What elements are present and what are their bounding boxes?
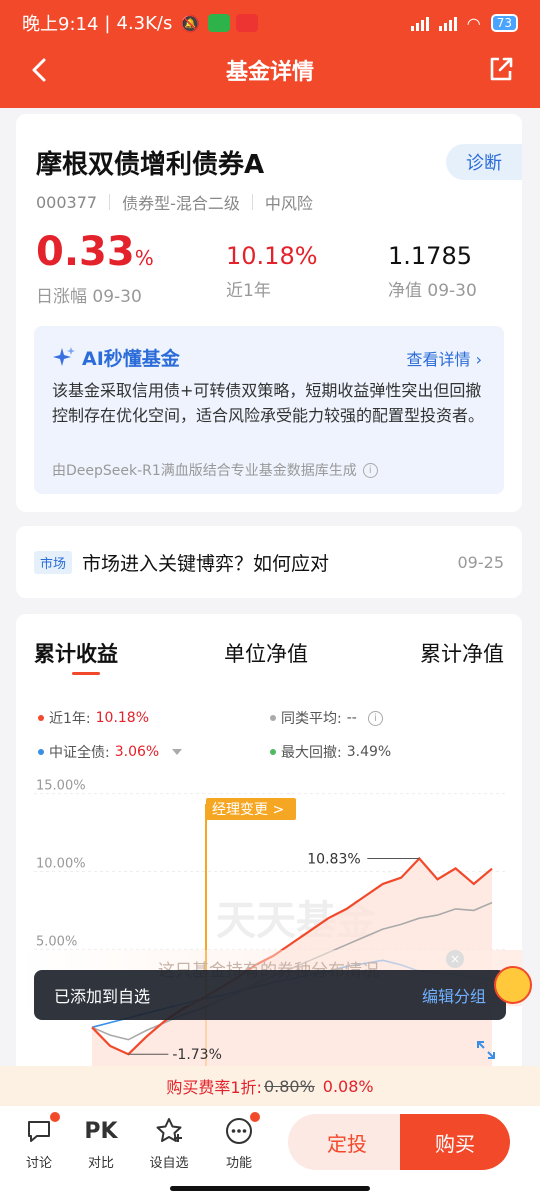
daily-change-unit: %: [134, 246, 154, 270]
nav-stat: 1.1785 净值 09-30: [388, 242, 477, 301]
ai-source: 由DeepSeek-R1满血版结合专业基金数据库生成 i: [52, 460, 378, 480]
fee-label: 购买费率1折:: [166, 1078, 262, 1097]
back-icon[interactable]: [26, 56, 54, 84]
fund-meta: 000377 债券型-混合二级 中风险: [36, 190, 313, 214]
daily-change-label: 日涨幅 09-30: [36, 287, 142, 307]
status-speed: 4.3K/s: [116, 12, 173, 34]
ai-summary-box[interactable]: AI秒懂基金 查看详情 › 该基金采取信用债+可转债双策略，短期收益弹性突出但回…: [34, 326, 504, 494]
ai-view-details-link[interactable]: 查看详情 ›: [406, 346, 482, 370]
legend-dot: [270, 749, 276, 755]
fund-risk: 中风险: [264, 194, 313, 213]
legend-peer: 同类平均: -- i: [270, 708, 383, 728]
comment-icon: [28, 1121, 50, 1142]
wechat-icon: [208, 14, 231, 32]
legend-dot: [38, 715, 44, 721]
y-tick-label: 15.00%: [36, 779, 86, 794]
nav-value: 1.1785: [388, 242, 472, 270]
divider: [109, 194, 111, 210]
tmall-icon: [236, 14, 259, 32]
tab-cumulative-return[interactable]: 累计收益: [34, 638, 118, 668]
daily-change-value: 0.33: [36, 229, 135, 275]
info-icon[interactable]: i: [367, 710, 383, 726]
page-title: 基金详情: [225, 60, 314, 85]
manager-change-label[interactable]: 经理变更 >: [212, 802, 284, 818]
info-icon[interactable]: i: [362, 462, 378, 478]
return-line-chart[interactable]: 15.00%10.00%5.00%经理变更 > 天天基金 10.83%-1.73…: [16, 774, 522, 1084]
ai-summary-text: 该基金采取信用债+可转债双策略，短期收益弹性突出但回撤控制存在优化空间，适合风险…: [52, 381, 485, 425]
share-icon[interactable]: [486, 54, 516, 84]
signal-icon-2: [438, 15, 457, 31]
toast-added-to-watchlist: 已添加到自选 编辑分组: [34, 970, 506, 1020]
dropdown-caret-icon: [172, 749, 183, 755]
sip-button[interactable]: 定投: [288, 1114, 406, 1170]
bottom-action-bar: 讨论 PK 对比 设自选 功能 定投 购买: [0, 1106, 540, 1200]
news-title: 市场进入关键博弈？如何应对: [82, 552, 330, 575]
add-watchlist-button[interactable]: 设自选: [144, 1116, 194, 1171]
year-return-label: 近1年: [226, 281, 271, 301]
fee-discounted: 0.08%: [322, 1076, 374, 1096]
diagnose-button[interactable]: 诊断: [446, 144, 522, 180]
ai-title-text: AI秒懂基金: [82, 348, 180, 370]
mute-icon: 🔕: [180, 13, 201, 33]
y-tick-label: 5.00%: [36, 934, 77, 949]
legend-dot: [270, 715, 276, 721]
battery-icon: 73: [490, 14, 518, 32]
legend-drawdown: 最大回撤: 3.49%: [270, 742, 391, 762]
sparkle-icon: [53, 346, 75, 366]
legend-dot: [38, 749, 44, 755]
pk-icon: PK: [84, 1118, 118, 1144]
active-tab-indicator: [72, 672, 100, 675]
ai-title: AI秒懂基金: [52, 344, 180, 371]
notification-dot: [50, 1112, 60, 1122]
legend-index[interactable]: 中证全债: 3.06%: [38, 742, 183, 762]
more-icon: [226, 1118, 252, 1144]
news-card[interactable]: 市场 市场进入关键博弈？如何应对 09-25: [16, 526, 522, 598]
compare-button[interactable]: PK 对比: [76, 1116, 126, 1172]
fee-bar: 购买费率1折: 0.80% 0.08%: [0, 1066, 540, 1106]
mascot-icon[interactable]: [494, 966, 532, 1004]
fund-info-card: 摩根双债增利债券A 诊断 000377 债券型-混合二级 中风险 0.33% 日…: [16, 114, 522, 512]
fee-original: 0.80%: [263, 1076, 315, 1096]
toast-message: 已添加到自选: [54, 987, 151, 1006]
fullscreen-icon[interactable]: [476, 1040, 496, 1060]
y-tick-label: 10.00%: [36, 856, 86, 871]
tab-unit-nav[interactable]: 单位净值: [224, 638, 308, 668]
ai-source-text: 由DeepSeek-R1满血版结合专业基金数据库生成: [52, 463, 357, 479]
header-area: 晚上9:14 | 4.3K/s 🔕 ◠ 73 基金详情: [0, 0, 540, 108]
news-tag: 市场: [34, 550, 73, 574]
nav-bar: 基金详情: [0, 46, 540, 94]
chart-tabs: 累计收益 单位净值 累计净值: [16, 638, 522, 672]
wifi-icon: ◠: [466, 13, 481, 33]
min-annotation-label: -1.73%: [172, 1047, 222, 1063]
fund-name: 摩根双债增利债券A: [36, 150, 265, 180]
year-return-value: 10.18%: [226, 242, 318, 270]
buy-button[interactable]: 购买: [400, 1114, 510, 1170]
status-bar: 晚上9:14 | 4.3K/s 🔕 ◠ 73: [0, 0, 540, 46]
year-return-stat: 10.18% 近1年: [226, 242, 318, 301]
legend-fund: 近1年: 10.18%: [38, 708, 149, 728]
notification-dot: [250, 1112, 260, 1122]
news-date: 09-25: [457, 552, 505, 572]
fund-type: 债券型-混合二级: [122, 194, 240, 213]
edit-group-button[interactable]: 编辑分组: [422, 983, 486, 1007]
fund-code: 000377: [36, 192, 98, 212]
divider: [251, 194, 253, 210]
star-icon: [156, 1118, 182, 1142]
close-icon[interactable]: ×: [446, 950, 464, 968]
discuss-button[interactable]: 讨论: [14, 1112, 64, 1171]
nav-label: 净值 09-30: [388, 281, 477, 301]
tab-cumulative-nav[interactable]: 累计净值: [420, 638, 504, 668]
status-time: 晚上9:14: [22, 14, 99, 35]
max-annotation-label: 10.83%: [307, 852, 360, 868]
daily-change-stat: 0.33% 日涨幅 09-30: [36, 232, 154, 307]
chevron-right-icon: ›: [475, 350, 482, 369]
home-indicator: [170, 1186, 370, 1191]
functions-button[interactable]: 功能: [214, 1112, 264, 1171]
signal-icon: [410, 15, 429, 31]
